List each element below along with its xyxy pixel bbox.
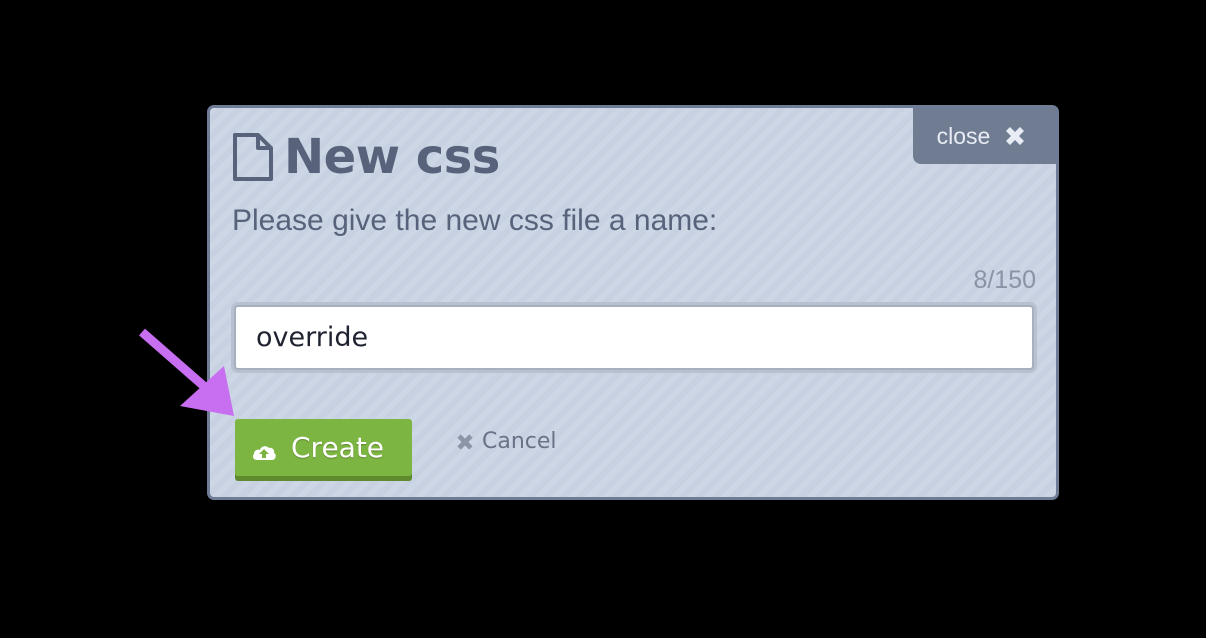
- cancel-button[interactable]: Cancel: [454, 429, 557, 454]
- file-icon: [232, 132, 274, 182]
- character-counter: 8/150: [973, 266, 1036, 294]
- css-name-input[interactable]: [234, 305, 1034, 370]
- create-label: Create: [291, 431, 385, 464]
- annotation-arrow-icon: [139, 328, 234, 416]
- create-button[interactable]: Create: [235, 419, 412, 476]
- close-x-icon: [1002, 123, 1028, 149]
- close-label: close: [936, 122, 991, 149]
- cloud-upload-icon: [251, 437, 277, 460]
- cancel-label: Cancel: [482, 429, 557, 454]
- close-button[interactable]: close: [913, 108, 1056, 164]
- close-x-icon: [454, 431, 476, 453]
- dialog-title: New css: [284, 129, 500, 185]
- dialog-prompt: Please give the new css file a name:: [232, 204, 718, 237]
- new-css-dialog: close New css Please give the new css fi…: [207, 105, 1059, 500]
- modal-backdrop[interactable]: close New css Please give the new css fi…: [0, 0, 1206, 638]
- dialog-header: New css: [232, 132, 500, 182]
